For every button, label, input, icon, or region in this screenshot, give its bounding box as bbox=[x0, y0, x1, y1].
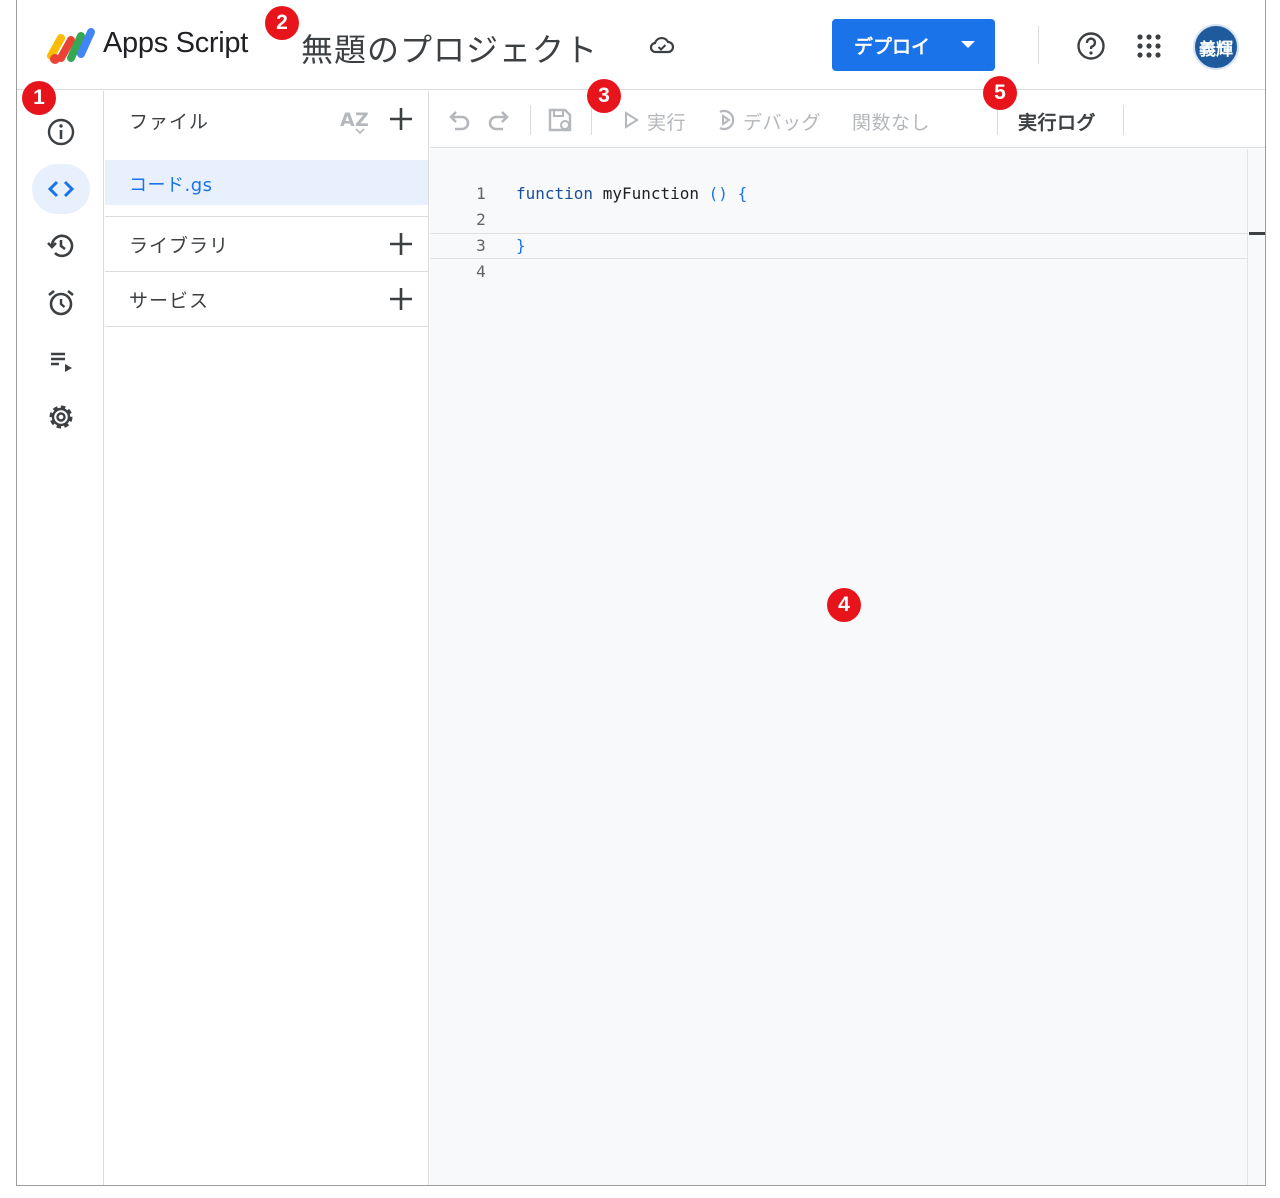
history-icon bbox=[47, 234, 74, 258]
help-icon[interactable] bbox=[1076, 31, 1106, 61]
info-icon bbox=[47, 118, 75, 146]
code-icon bbox=[47, 180, 75, 198]
libraries-section: ライブラリ bbox=[105, 216, 429, 271]
annotation-badge-1: 1 bbox=[22, 81, 56, 115]
apps-script-logo-icon[interactable] bbox=[47, 26, 97, 66]
gear-icon bbox=[49, 405, 73, 429]
svg-text:A: A bbox=[340, 109, 355, 131]
redo-icon[interactable] bbox=[485, 106, 513, 134]
files-panel: ファイル A Z コード.gs ライブラリ サービス bbox=[105, 91, 429, 1185]
function-select[interactable]: 関数なし bbox=[852, 108, 930, 135]
line-number: 3 bbox=[476, 236, 486, 255]
code-line: 2 bbox=[430, 207, 1247, 233]
rail-item-executions[interactable] bbox=[32, 335, 90, 385]
section-divider bbox=[105, 326, 429, 327]
left-nav-rail bbox=[17, 91, 104, 1185]
google-apps-icon[interactable] bbox=[1135, 32, 1163, 60]
rail-item-editor[interactable] bbox=[32, 164, 90, 214]
app-window: Apps Script 無題のプロジェクト デプロイ 義輝 ファイル A Z コ… bbox=[16, 0, 1266, 1186]
files-label: ファイル bbox=[129, 111, 210, 133]
add-library-icon[interactable] bbox=[387, 230, 415, 258]
line-number: 2 bbox=[476, 210, 486, 229]
deploy-button[interactable]: デプロイ bbox=[832, 19, 995, 71]
undo-icon[interactable] bbox=[445, 106, 473, 134]
playlist-play-icon bbox=[51, 352, 72, 372]
code-function-name: myFunction bbox=[593, 184, 700, 203]
toolbar-divider bbox=[530, 105, 531, 135]
toolbar-divider bbox=[1123, 105, 1124, 135]
line-number: 4 bbox=[476, 262, 486, 281]
account-avatar[interactable]: 義輝 bbox=[1193, 24, 1239, 70]
add-file-icon[interactable] bbox=[387, 105, 415, 133]
play-icon bbox=[625, 111, 639, 129]
file-name: コード.gs bbox=[129, 175, 213, 196]
project-title[interactable]: 無題のプロジェクト bbox=[301, 25, 598, 71]
save-icon[interactable] bbox=[546, 106, 574, 134]
editor-toolbar: 実行 デバッグ 関数なし 実行ログ bbox=[430, 91, 1265, 148]
annotation-badge-3: 3 bbox=[587, 79, 621, 113]
code-punctuation: () { bbox=[708, 184, 748, 203]
services-section: サービス bbox=[105, 271, 429, 326]
code-line: 1 function myFunction () { bbox=[430, 181, 1247, 207]
code-text: } bbox=[516, 236, 526, 255]
cloud-saved-icon bbox=[649, 36, 675, 54]
code-punctuation: } bbox=[516, 236, 526, 255]
code-line-current: 3 } bbox=[430, 233, 1247, 259]
alarm-icon bbox=[48, 289, 74, 316]
sort-az-icon[interactable]: A Z bbox=[339, 105, 373, 135]
editor-scrollbar[interactable] bbox=[1247, 149, 1265, 1185]
files-header: ファイル A Z bbox=[105, 91, 429, 147]
deploy-label: デプロイ bbox=[854, 35, 931, 58]
annotation-badge-5: 5 bbox=[983, 76, 1017, 110]
services-label: サービス bbox=[129, 290, 210, 312]
execution-log-button[interactable]: 実行ログ bbox=[1018, 108, 1096, 135]
rail-item-settings[interactable] bbox=[32, 392, 90, 442]
add-service-icon[interactable] bbox=[387, 285, 415, 313]
debug-icon bbox=[719, 109, 735, 131]
run-label: 実行 bbox=[647, 112, 687, 134]
annotation-badge-4: 4 bbox=[827, 588, 861, 622]
file-item[interactable]: コード.gs bbox=[105, 160, 428, 205]
top-bar: Apps Script 無題のプロジェクト デプロイ 義輝 bbox=[17, 0, 1265, 90]
header-divider bbox=[1038, 26, 1039, 64]
libraries-label: ライブラリ bbox=[129, 235, 230, 257]
code-line: 4 bbox=[430, 259, 1247, 285]
rail-item-history[interactable] bbox=[32, 221, 90, 271]
annotation-badge-2: 2 bbox=[265, 6, 299, 40]
svg-text:Z: Z bbox=[355, 109, 369, 131]
debug-label: デバッグ bbox=[743, 112, 822, 134]
scrollbar-cursor-marker bbox=[1249, 232, 1265, 235]
line-number: 1 bbox=[476, 184, 486, 203]
dropdown-caret-icon bbox=[961, 41, 975, 48]
rail-item-triggers[interactable] bbox=[32, 278, 90, 328]
code-text: function myFunction () { bbox=[516, 184, 747, 203]
code-editor[interactable]: 1 function myFunction () { 2 3 } 4 bbox=[430, 149, 1247, 1185]
app-name[interactable]: Apps Script bbox=[103, 27, 248, 60]
code-keyword: function bbox=[516, 184, 594, 203]
toolbar-divider bbox=[591, 105, 592, 135]
